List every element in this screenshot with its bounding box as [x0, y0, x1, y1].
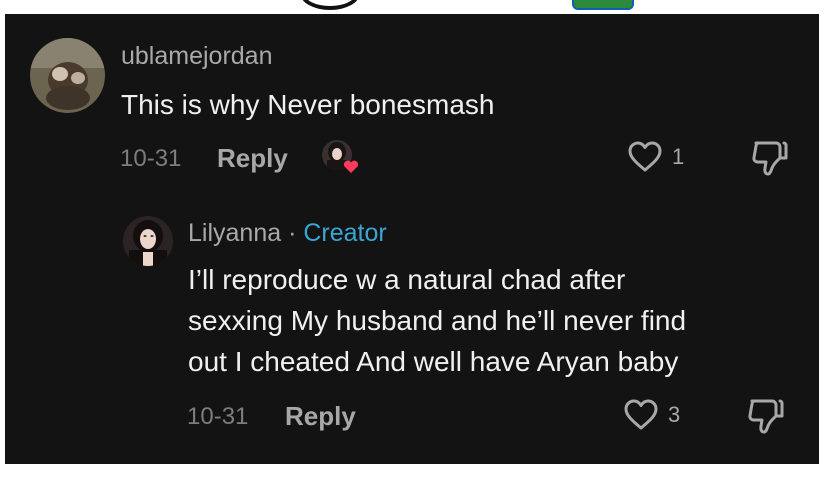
commenter-username[interactable]: ublamejordan: [121, 44, 273, 69]
comment-text: This is why Never bonesmash: [121, 89, 495, 120]
reply-button[interactable]: Reply: [285, 403, 356, 429]
commenter-avatar[interactable]: [30, 38, 105, 113]
creator-badge: Creator: [303, 219, 387, 247]
comment-date: 10-31: [120, 145, 182, 172]
heart-outline-icon[interactable]: [627, 141, 663, 173]
creator-liked-heart-icon: [343, 160, 359, 173]
comments-panel: ublamejordan This is why Never bonesmash…: [5, 14, 819, 464]
dislike-icon[interactable]: [749, 139, 789, 177]
reply-button[interactable]: Reply: [217, 145, 288, 171]
reply-username-line: Lilyanna · Creator: [188, 221, 387, 246]
top-cropped-strip: [0, 0, 824, 14]
reply-date: 10-31: [187, 403, 249, 430]
creator-username[interactable]: Lilyanna: [188, 219, 281, 247]
name-separator: ·: [288, 219, 297, 247]
reply-text: I’ll reproduce w a natural chad after se…: [188, 259, 686, 382]
dislike-icon[interactable]: [745, 397, 785, 435]
reply-text-line: out I cheated And well have Aryan baby: [188, 346, 679, 377]
cropped-text-glyph: [300, 0, 360, 10]
like-count: 1: [672, 144, 685, 169]
like-count: 3: [668, 402, 681, 427]
reply-text-line: sexxing My husband and he’ll never find: [188, 305, 687, 336]
cropped-sticker-image: [572, 0, 634, 10]
reply-text-line: I’ll reproduce w a natural chad after: [188, 264, 626, 295]
creator-avatar[interactable]: [123, 216, 173, 266]
heart-outline-icon[interactable]: [623, 399, 659, 431]
